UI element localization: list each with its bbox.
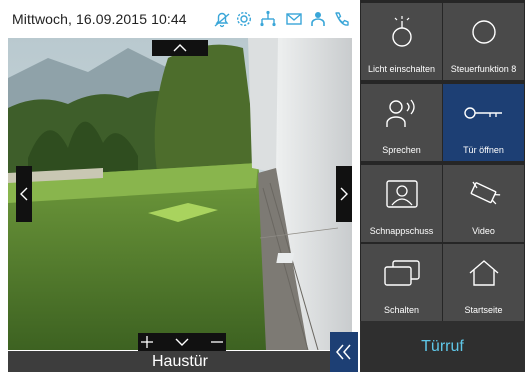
function-panel: Licht einschalten Steuerfunktion 8 Sprec… — [360, 0, 525, 372]
mail-icon[interactable] — [284, 9, 304, 29]
network-icon[interactable] — [258, 9, 278, 29]
bell-icon[interactable] — [212, 9, 232, 29]
tile-label: Video — [472, 226, 495, 236]
call-label: Türruf — [421, 338, 464, 355]
plus-icon — [141, 336, 153, 348]
tile-steuerfunktion-8[interactable]: Steuerfunktion 8 — [443, 3, 524, 80]
tile-startseite[interactable]: Startseite — [443, 244, 524, 321]
tile-schnappschuss[interactable]: Schnappschuss — [361, 165, 442, 242]
pan-right-button[interactable] — [336, 166, 352, 222]
pan-left-button[interactable] — [16, 166, 32, 222]
pan-down-button[interactable] — [160, 333, 204, 351]
tile-label: Tür öffnen — [463, 145, 504, 155]
camera-name: Haustür — [151, 353, 209, 370]
tile-video[interactable]: Video — [443, 165, 524, 242]
collapse-panel-button[interactable] — [330, 332, 358, 372]
zoom-in-button[interactable] — [138, 333, 156, 351]
tile-sprechen[interactable]: Sprechen — [361, 84, 442, 161]
minus-icon — [211, 341, 223, 343]
pan-up-button[interactable] — [152, 40, 208, 56]
tile-label: Licht einschalten — [367, 64, 436, 74]
tile-label: Steuerfunktion 8 — [450, 64, 517, 74]
camera-view[interactable] — [8, 38, 352, 350]
chevron-right-icon — [340, 187, 348, 201]
bulb-icon — [361, 13, 442, 51]
gear-icon[interactable] — [234, 9, 254, 29]
phone-icon[interactable] — [332, 9, 352, 29]
camera-image — [8, 38, 352, 350]
zoom-out-button[interactable] — [208, 333, 226, 351]
home-icon — [443, 254, 524, 292]
person-icon[interactable] — [308, 9, 328, 29]
chevron-left-icon — [20, 187, 28, 201]
tile-label: Startseite — [464, 305, 503, 315]
tile-schalten[interactable]: Schalten — [361, 244, 442, 321]
double-chevron-left-icon — [336, 344, 351, 360]
speak-icon — [361, 94, 442, 132]
chevron-down-icon — [175, 338, 189, 346]
datetime: Mittwoch, 16.09.2015 10:44 — [12, 11, 187, 27]
tile-label: Sprechen — [382, 145, 421, 155]
zoom-controls — [138, 333, 226, 351]
key-icon — [443, 94, 524, 132]
tile-label: Schalten — [383, 305, 420, 315]
camera-caption-bar: Haustür — [8, 351, 352, 372]
chevron-up-icon — [173, 44, 187, 52]
tile-tur-offnen[interactable]: Tür öffnen — [443, 84, 524, 161]
tile-licht-einschalten[interactable]: Licht einschalten — [361, 3, 442, 80]
video-camera-icon — [443, 175, 524, 213]
call-button[interactable]: Türruf — [360, 321, 525, 372]
status-bar: Mittwoch, 16.09.2015 10:44 — [0, 0, 360, 38]
switch-icon — [361, 254, 442, 292]
snapshot-icon — [361, 175, 442, 213]
tile-label: Schnappschuss — [369, 226, 434, 236]
circle-icon — [443, 13, 524, 51]
